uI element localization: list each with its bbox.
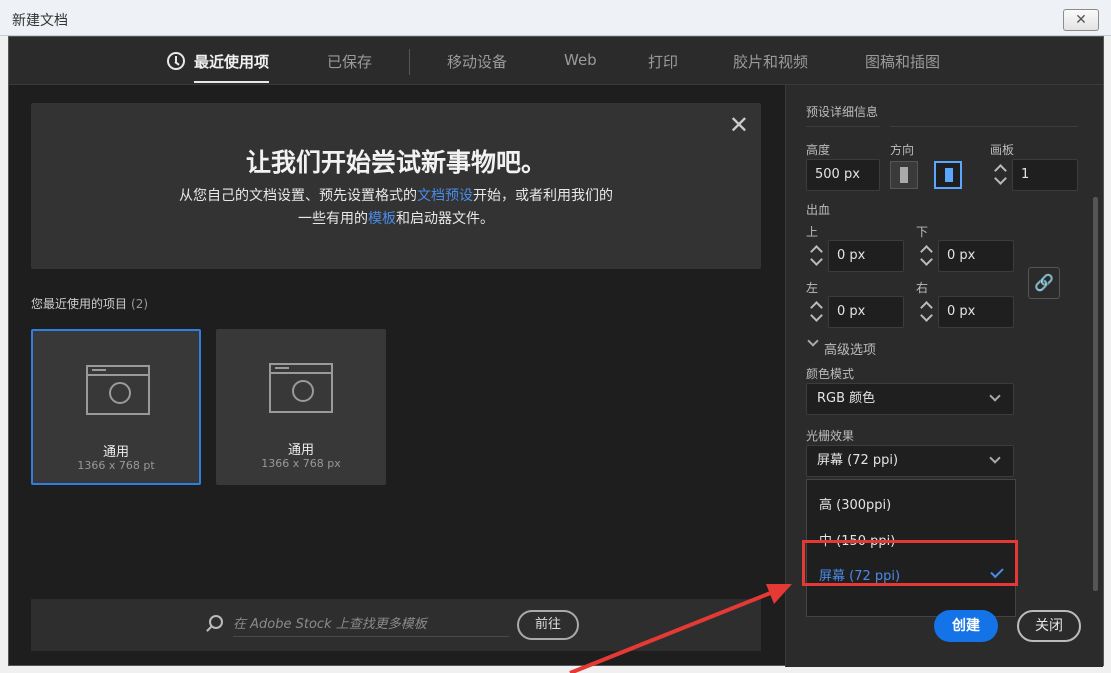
clock-icon xyxy=(167,52,185,70)
recent-item-name: 通用 xyxy=(102,445,129,460)
panel-scrollbar[interactable] xyxy=(1093,197,1098,591)
bleed-right-stepper[interactable] xyxy=(918,297,936,327)
banner-close-icon[interactable]: ✕ xyxy=(729,111,749,139)
landscape-orientation-button[interactable] xyxy=(934,161,962,189)
tab-film-video[interactable]: 胶片和视频 xyxy=(733,51,808,72)
bleed-right-label: 右 xyxy=(916,281,929,295)
create-button[interactable]: 创建 xyxy=(934,610,998,642)
height-input[interactable]: 500 px xyxy=(806,159,880,191)
banner-text: 从您自己的文档设置、预先设置格式的 xyxy=(179,188,417,204)
chevron-down-icon[interactable] xyxy=(807,335,819,347)
bleed-top-input[interactable]: 0 px xyxy=(828,240,904,272)
preset-name-field-edge xyxy=(806,117,880,127)
banner-text: 开始，或者利用我们的 xyxy=(473,188,613,204)
welcome-banner: ✕ 让我们开始尝试新事物吧。 从您自己的文档设置、预先设置格式的文档预设开始，或… xyxy=(31,103,761,269)
raster-effects-label: 光栅效果 xyxy=(806,429,855,443)
artboard-input[interactable]: 1 xyxy=(1012,159,1078,191)
artboard-label: 画板 xyxy=(990,143,1015,157)
bleed-left-input[interactable]: 0 px xyxy=(828,296,904,328)
banner-text: 和启动器文件。 xyxy=(396,211,494,227)
artboard-stepper[interactable] xyxy=(992,160,1010,190)
bleed-bottom-label: 下 xyxy=(916,225,929,239)
recent-item-size: 1366 x 768 pt xyxy=(77,459,155,472)
advanced-options-toggle[interactable]: 高级选项 xyxy=(824,339,876,358)
window-title: 新建文档 xyxy=(12,13,68,29)
bleed-left-stepper[interactable] xyxy=(808,297,826,327)
preset-tabs: 最近使用项 已保存 移动设备 Web 打印 胶片和视频 图稿和插图 xyxy=(9,37,1103,85)
bleed-top-label: 上 xyxy=(806,225,819,239)
title-bar: 新建文档 ✕ xyxy=(0,0,1111,36)
banner-text: 一些有用的 xyxy=(298,211,368,227)
globe-icon xyxy=(292,380,314,402)
bleed-bottom-input[interactable]: 0 px xyxy=(938,240,1014,272)
color-mode-value: RGB 颜色 xyxy=(817,391,876,406)
stock-search-input[interactable] xyxy=(233,613,509,637)
templates-link[interactable]: 模板 xyxy=(368,211,396,227)
document-icon xyxy=(86,365,150,415)
document-presets-link[interactable]: 文档预设 xyxy=(417,188,473,204)
globe-icon xyxy=(109,382,131,404)
annotation-arrow-icon xyxy=(569,584,792,673)
tab-web[interactable]: Web xyxy=(564,51,597,69)
bleed-bottom-stepper[interactable] xyxy=(918,241,936,271)
preset-width-field-edge xyxy=(890,117,1078,127)
recent-label-text: 您最近使用的项目 xyxy=(31,297,128,311)
recent-item-card[interactable]: 通用 1366 x 768 pt xyxy=(31,329,201,485)
tab-saved[interactable]: 已保存 xyxy=(327,51,372,72)
color-mode-label: 颜色模式 xyxy=(806,367,855,381)
portrait-icon xyxy=(900,167,908,183)
banner-text-line1: 从您自己的文档设置、预先设置格式的文档预设开始，或者利用我们的 xyxy=(31,185,761,205)
recent-item-size: 1366 x 768 px xyxy=(261,457,341,470)
recent-count: (2) xyxy=(131,297,149,311)
height-label: 高度 xyxy=(806,143,831,157)
tab-recent-label: 最近使用项 xyxy=(194,53,270,71)
bleed-label: 出血 xyxy=(806,203,831,217)
raster-effects-select[interactable]: 屏幕 (72 ppi) xyxy=(806,445,1014,477)
window-close-button[interactable]: ✕ xyxy=(1063,9,1099,31)
orientation-label: 方向 xyxy=(890,143,915,157)
banner-text-line2: 一些有用的模板和启动器文件。 xyxy=(31,208,761,228)
color-mode-select[interactable]: RGB 颜色 xyxy=(806,383,1014,415)
raster-effects-value: 屏幕 (72 ppi) xyxy=(817,453,899,468)
landscape-icon xyxy=(945,168,953,182)
bleed-top-stepper[interactable] xyxy=(808,241,826,271)
tab-print[interactable]: 打印 xyxy=(648,51,678,72)
tab-recent[interactable]: 最近使用项 xyxy=(167,51,270,83)
raster-option-high[interactable]: 高 (300ppi) xyxy=(819,494,891,513)
bleed-right-input[interactable]: 0 px xyxy=(938,296,1014,328)
recent-item-card[interactable]: 通用 1366 x 768 px xyxy=(216,329,386,485)
document-icon xyxy=(269,363,333,413)
annotation-highlight-box xyxy=(802,540,1018,586)
portrait-orientation-button[interactable] xyxy=(890,161,918,189)
tab-divider xyxy=(409,49,410,75)
tab-art-illustration[interactable]: 图稿和插图 xyxy=(865,51,940,72)
banner-title: 让我们开始尝试新事物吧。 xyxy=(245,148,546,177)
recent-items-label: 您最近使用的项目 (2) xyxy=(31,295,148,312)
bleed-left-label: 左 xyxy=(806,281,819,295)
recent-item-name: 通用 xyxy=(287,443,314,458)
close-button[interactable]: 关闭 xyxy=(1017,610,1081,642)
tab-mobile[interactable]: 移动设备 xyxy=(447,51,507,72)
search-icon xyxy=(209,615,223,629)
link-bleed-icon[interactable]: 🔗 xyxy=(1028,267,1060,299)
